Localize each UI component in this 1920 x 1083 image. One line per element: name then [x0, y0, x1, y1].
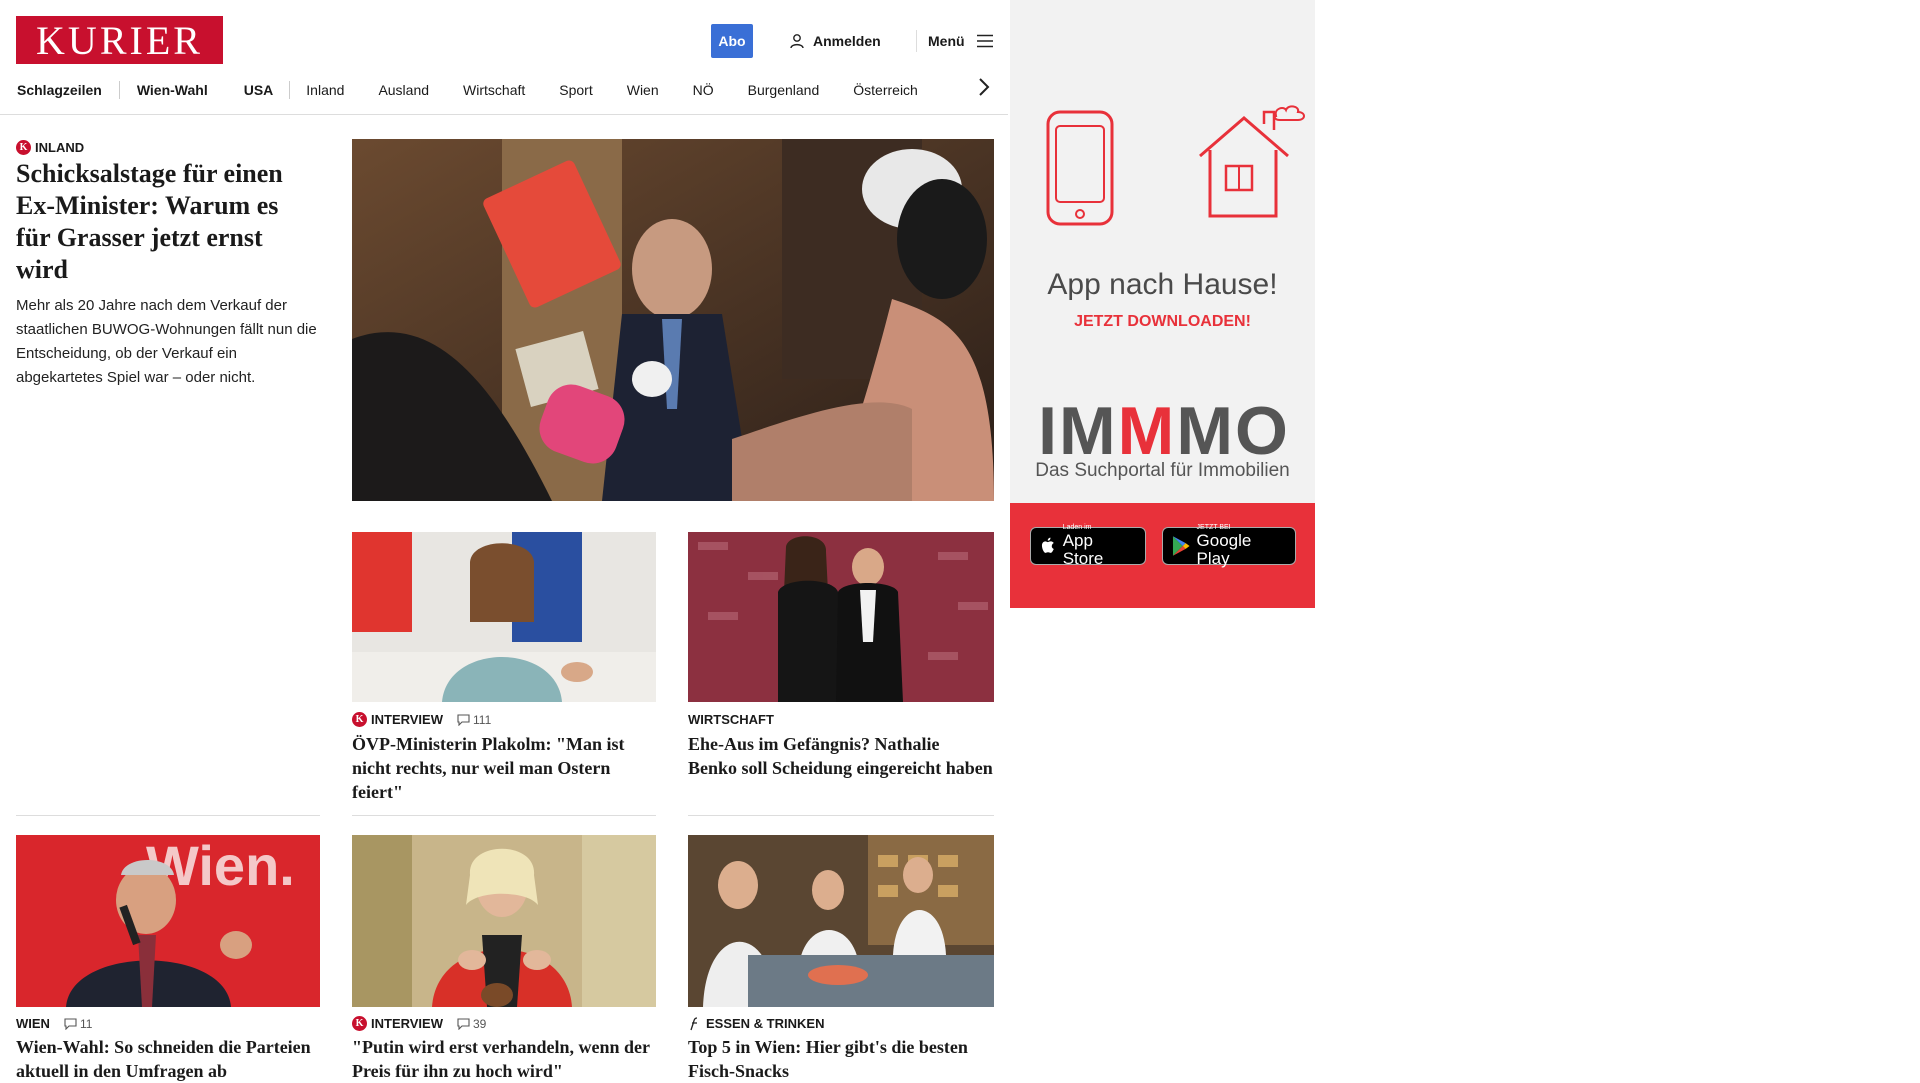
page: KURIER Abo Anmelden Menü Schlagzeilen Wi…: [0, 0, 1008, 1083]
nav-item-schlagzeilen[interactable]: Schlagzeilen: [17, 82, 102, 98]
nav-item-ausland[interactable]: Ausland: [378, 82, 429, 98]
app-store-button[interactable]: Laden im App Store: [1030, 524, 1146, 568]
lead-teaser: Mehr als 20 Jahre nach dem Verkauf der s…: [16, 297, 317, 386]
nav-item-wien-wahl[interactable]: Wien-Wahl: [137, 82, 208, 98]
article-divider: [16, 815, 320, 816]
article-image[interactable]: [352, 532, 656, 702]
immmo-logo: IMMMO: [1024, 395, 1304, 467]
immmo-logo-part: M: [1117, 393, 1177, 469]
immmo-tagline: Das Suchportal für Immobilien: [1035, 460, 1290, 481]
app-store-label: App Store: [1062, 531, 1104, 568]
ad-cta[interactable]: JETZT DOWNLOADEN!: [1010, 313, 1315, 331]
article-category-label: WIEN: [16, 1016, 50, 1031]
article-category[interactable]: WIRTSCHAFT: [688, 712, 774, 727]
lead-category[interactable]: K INLAND: [16, 140, 84, 155]
article-image[interactable]: [688, 532, 994, 702]
comment-icon: [457, 1017, 470, 1030]
kurier-plus-icon: K: [352, 712, 367, 727]
nav-item-noe[interactable]: NÖ: [693, 82, 714, 98]
google-play-icon: [1172, 536, 1190, 556]
article-category-label: INTERVIEW: [371, 712, 443, 727]
article-title[interactable]: "Putin wird erst verhandeln, wenn der Pr…: [352, 1035, 657, 1083]
article-category[interactable]: K INTERVIEW 111: [352, 712, 491, 727]
article-category-label: WIRTSCHAFT: [688, 712, 774, 727]
kurier-plus-icon: K: [16, 140, 31, 155]
menu-button[interactable]: Menü: [928, 31, 993, 51]
hamburger-icon: [976, 34, 993, 48]
nav-divider: [118, 81, 120, 99]
immmo-logo-part: MO: [1176, 393, 1290, 469]
comment-icon: [64, 1017, 77, 1030]
article-title[interactable]: Top 5 in Wien: Hier gibt's die besten Fi…: [688, 1035, 993, 1083]
comment-count-value: 11: [79, 1016, 93, 1031]
article-image[interactable]: Wien.: [16, 835, 320, 1007]
article-category-label: INTERVIEW: [371, 1016, 443, 1031]
comment-count[interactable]: 11: [64, 1017, 92, 1031]
article-divider: [352, 815, 656, 816]
nav-item-usa[interactable]: USA: [244, 82, 274, 98]
comment-count-value: 111: [473, 712, 492, 727]
article-image[interactable]: [688, 835, 994, 1007]
nav-divider: [289, 81, 291, 99]
menu-label: Menü: [928, 33, 965, 49]
lead-image[interactable]: [352, 139, 994, 501]
immmo-ad-banner[interactable]: App nach Hause! JETZT DOWNLOADEN! IMMMO …: [1010, 0, 1315, 608]
comment-count-value: 39: [473, 1016, 487, 1031]
article-image[interactable]: [352, 835, 656, 1007]
comment-count[interactable]: 111: [457, 713, 491, 727]
article-category[interactable]: K INTERVIEW 39: [352, 1016, 486, 1031]
essen-trinken-icon: [690, 1016, 698, 1030]
google-play-label: Google Play: [1196, 531, 1252, 568]
login-label: Anmelden: [813, 33, 881, 49]
article-category[interactable]: ESSEN & TRINKEN: [688, 1016, 824, 1031]
header-border: [0, 114, 1008, 115]
nav-next-button[interactable]: [978, 77, 990, 103]
article-title[interactable]: Ehe-Aus im Gefängnis? Nathalie Benko sol…: [688, 732, 993, 780]
header-divider: [916, 30, 917, 52]
kurier-plus-icon: K: [352, 1016, 367, 1031]
lead-title[interactable]: Schicksalstage für einen Ex-Minister: Wa…: [16, 158, 316, 286]
user-icon: [790, 34, 804, 49]
nav-item-wien[interactable]: Wien: [627, 82, 659, 98]
abo-button[interactable]: Abo: [711, 24, 753, 58]
apple-icon: [1041, 537, 1054, 553]
phone-icon: [1046, 110, 1114, 226]
login-button[interactable]: Anmelden: [789, 31, 881, 51]
article-title[interactable]: ÖVP-Ministerin Plakolm: "Man ist nicht r…: [352, 732, 657, 804]
article-divider: [688, 815, 994, 816]
nav-item-burgenland[interactable]: Burgenland: [748, 82, 820, 98]
nav-item-inland[interactable]: Inland: [306, 82, 344, 98]
kurier-logo[interactable]: KURIER: [16, 16, 223, 64]
ad-headline: App nach Hause!: [1047, 268, 1278, 301]
comment-icon: [457, 713, 470, 726]
nav-item-oesterreich[interactable]: Österreich: [853, 82, 918, 98]
lead-category-label: INLAND: [35, 140, 85, 155]
house-icon: [1199, 105, 1305, 218]
article-title[interactable]: Wien-Wahl: So schneiden die Parteien akt…: [16, 1035, 321, 1083]
comment-count[interactable]: 39: [457, 1017, 486, 1031]
google-play-button[interactable]: JETZT BEI Google Play: [1162, 524, 1296, 568]
article-category-label: ESSEN & TRINKEN: [706, 1016, 825, 1031]
nav-item-wirtschaft[interactable]: Wirtschaft: [463, 82, 525, 98]
nav-item-sport[interactable]: Sport: [559, 82, 592, 98]
ad-store-strip: Laden im App Store JETZT BEI Google Play: [1010, 503, 1315, 608]
immmo-logo-part: IM: [1038, 393, 1118, 469]
chevron-right-icon: [979, 78, 990, 96]
logo-text: KURIER: [36, 17, 203, 63]
article-category[interactable]: WIEN 11: [16, 1016, 92, 1031]
section-nav: Schlagzeilen Wien-Wahl USA Inland Auslan…: [17, 80, 918, 100]
